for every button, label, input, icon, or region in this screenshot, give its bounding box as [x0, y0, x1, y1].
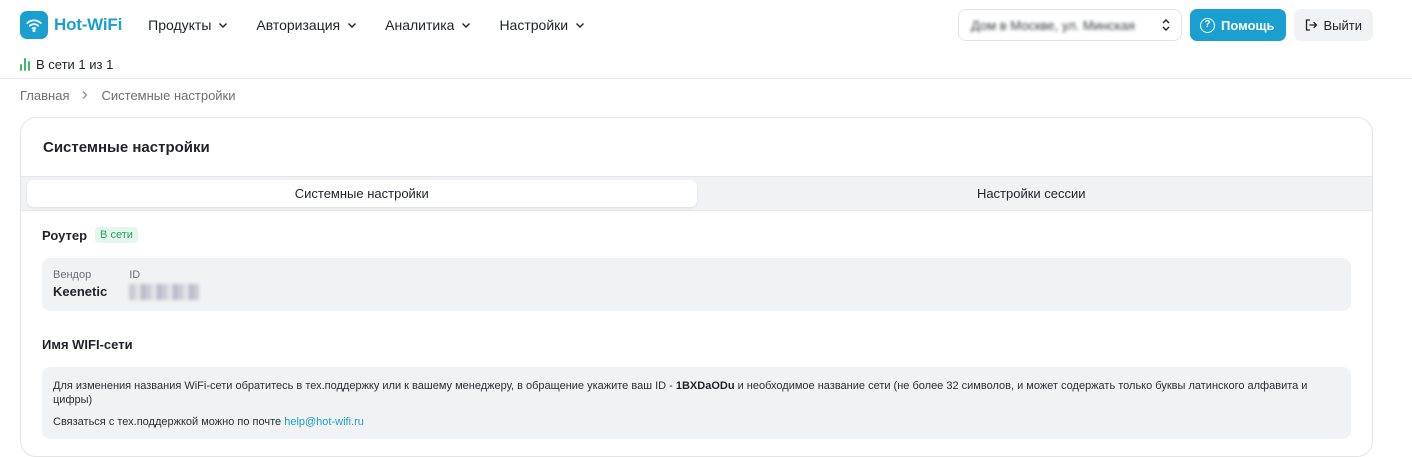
settings-tabs: Системные настройки Настройки сессии	[21, 176, 1372, 211]
nav-products-label: Продукты	[148, 17, 212, 33]
nav-authorization[interactable]: Авторизация	[256, 17, 357, 33]
tab-session-settings[interactable]: Настройки сессии	[697, 180, 1367, 207]
location-value: Дом в Москве, ул. Минская	[971, 17, 1135, 33]
nav-analytics[interactable]: Аналитика	[385, 17, 471, 33]
id-label: ID	[129, 269, 141, 281]
help-button-label: Помощь	[1221, 17, 1275, 33]
top-header: Hot-WiFi Продукты Авторизация Аналитика …	[0, 0, 1412, 50]
main-nav: Продукты Авторизация Аналитика Настройки	[148, 17, 613, 33]
chevron-down-icon	[462, 23, 471, 28]
page-title: Системные настройки	[43, 138, 210, 156]
redacted-id	[129, 284, 200, 300]
select-updown-icon	[1162, 19, 1170, 31]
help-button[interactable]: ? Помощь	[1190, 9, 1286, 41]
router-info: Вендор Keenetic ID	[42, 258, 1351, 311]
support-contact: Связаться с тех.поддержкой можно по почт…	[53, 415, 1339, 429]
breadcrumb-home[interactable]: Главная	[20, 88, 69, 103]
network-status: В сети 1 из 1	[0, 50, 1412, 79]
router-title: Роутер	[42, 227, 88, 243]
network-status-text: В сети 1 из 1	[36, 56, 114, 72]
logo[interactable]: Hot-WiFi	[20, 11, 122, 39]
vendor-field: Вендор Keenetic	[53, 269, 107, 300]
vendor-label: Вендор	[53, 269, 92, 281]
status-badge: В сети	[95, 227, 138, 243]
chevron-down-icon	[576, 23, 585, 28]
logout-icon	[1305, 19, 1317, 31]
question-circle-icon: ?	[1200, 17, 1216, 33]
wifi-logo-icon	[20, 11, 48, 39]
nav-settings[interactable]: Настройки	[499, 17, 585, 33]
wifi-info-prefix: Для изменения названия WiFi-сети обратит…	[53, 380, 673, 392]
vendor-value: Keenetic	[53, 284, 108, 299]
chevron-down-icon	[348, 23, 357, 28]
location-select[interactable]: Дом в Москве, ул. Минская	[958, 9, 1183, 41]
nav-products[interactable]: Продукты	[148, 17, 228, 33]
router-section: Роутер В сети Вендор Keenetic ID Имя WIF…	[21, 226, 1372, 439]
chevron-down-icon	[219, 23, 228, 28]
logo-text: Hot-WiFi	[54, 15, 123, 34]
nav-authorization-label: Авторизация	[256, 17, 341, 33]
header-actions: Дом в Москве, ул. Минская ? Помощь Выйти	[958, 9, 1373, 41]
logout-button-label: Выйти	[1323, 17, 1363, 33]
id-field: ID	[129, 269, 200, 300]
signal-bars-icon	[20, 57, 30, 71]
breadcrumb-current: Системные настройки	[101, 88, 236, 103]
logout-button[interactable]: Выйти	[1293, 9, 1373, 41]
wifi-info-text: Для изменения названия WiFi-сети обратит…	[53, 379, 1339, 407]
wifi-info-box: Для изменения названия WiFi-сети обратит…	[42, 367, 1351, 439]
chevron-right-icon	[81, 89, 89, 103]
nav-analytics-label: Аналитика	[385, 17, 455, 33]
nav-settings-label: Настройки	[499, 17, 569, 33]
support-contact-prefix: Связаться с тех.поддержкой можно по почт…	[53, 416, 282, 428]
wifi-title: Имя WIFI-сети	[42, 336, 133, 352]
wifi-info-id: 1BXDaODu	[675, 380, 735, 392]
support-email-link[interactable]: help@hot-wifi.ru	[284, 416, 364, 428]
breadcrumb: Главная Системные настройки	[0, 79, 1412, 112]
tab-system-settings[interactable]: Системные настройки	[27, 180, 697, 207]
settings-card: Системные настройки Системные настройки …	[20, 117, 1373, 457]
